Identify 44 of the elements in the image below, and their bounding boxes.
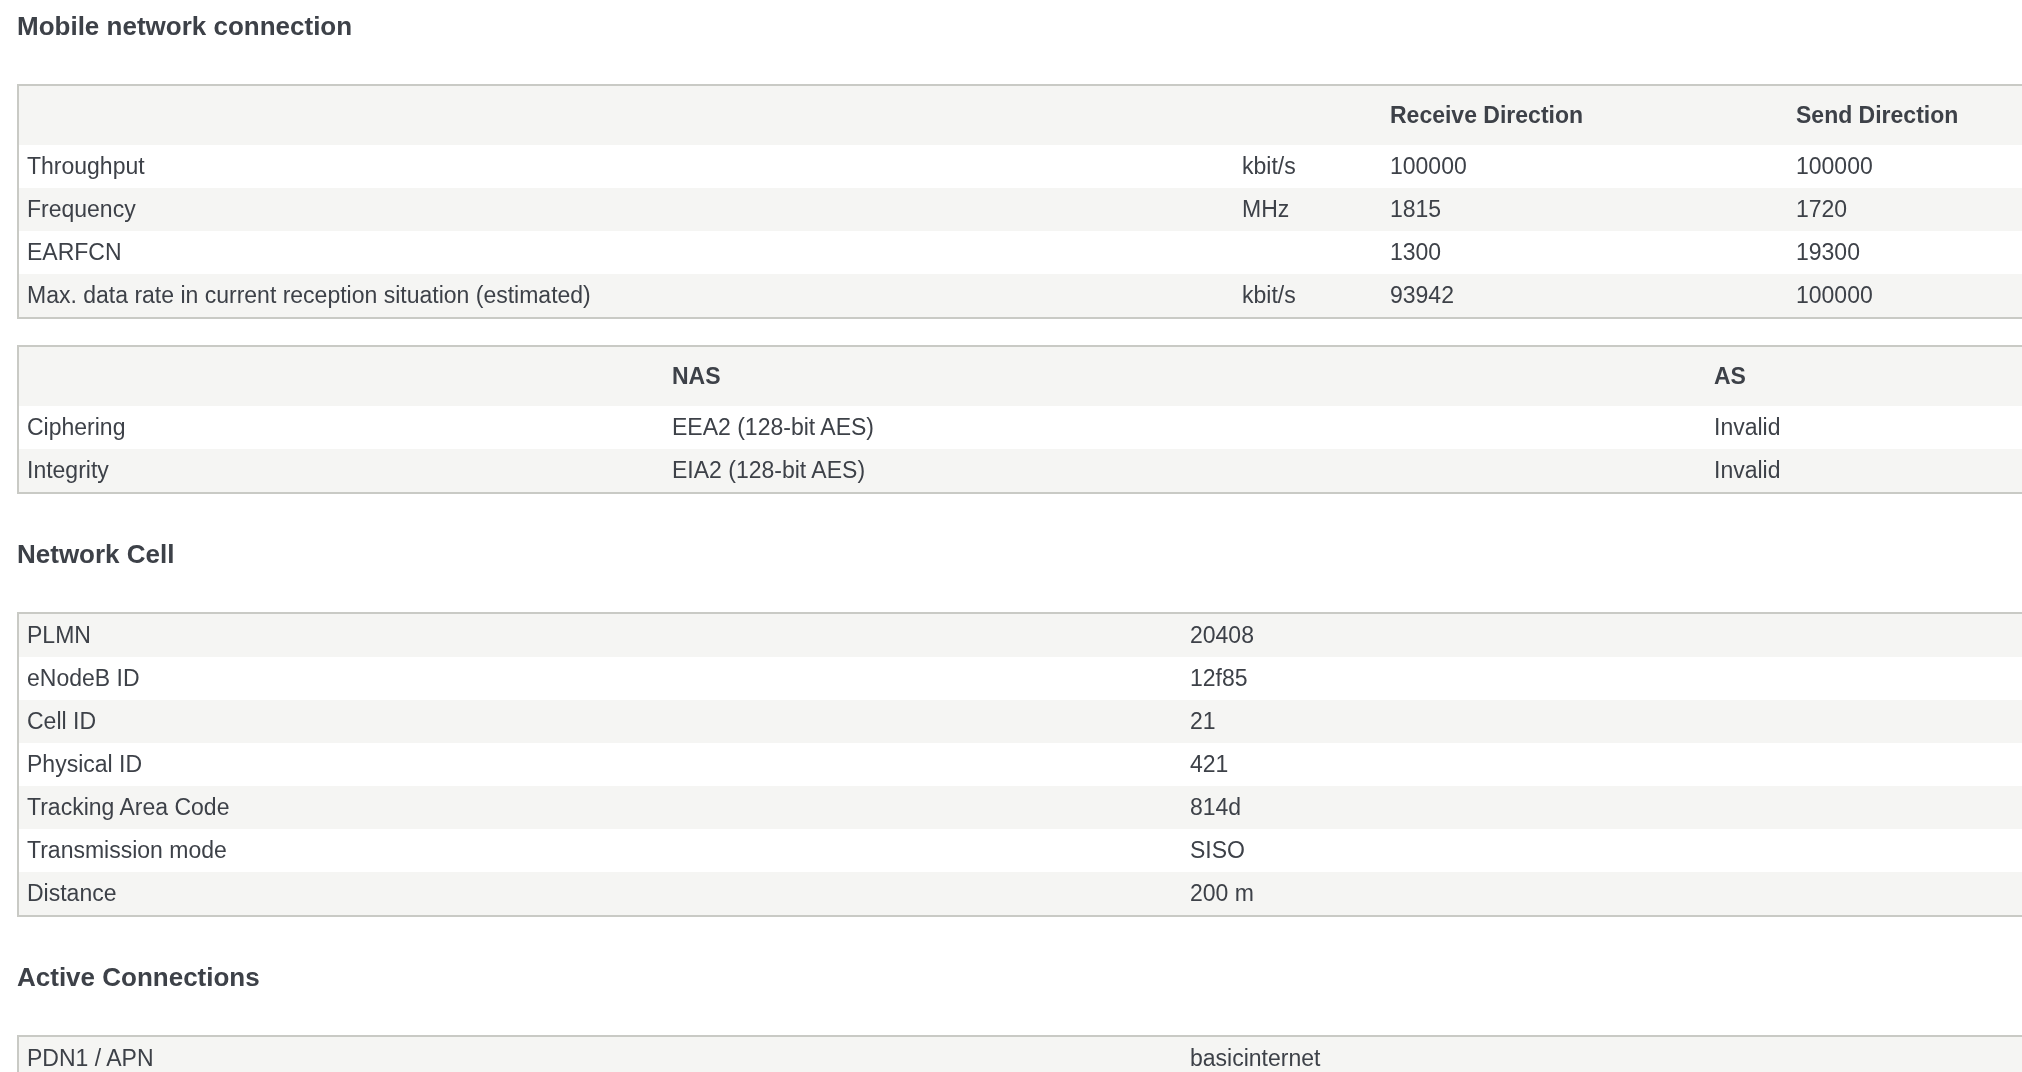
column-header: AS xyxy=(1706,346,2022,406)
table-cell: 100000 xyxy=(1788,274,2022,318)
table-cell: 100000 xyxy=(1382,145,1788,188)
row-label: eNodeB ID xyxy=(18,657,1182,700)
row-label: Ciphering xyxy=(18,406,664,449)
table-cell: 100000 xyxy=(1788,145,2022,188)
row-label: Integrity xyxy=(18,449,664,493)
column-header: NAS xyxy=(664,346,1706,406)
table-cell: 93942 xyxy=(1382,274,1788,318)
table-cell: EIA2 (128-bit AES) xyxy=(664,449,1706,493)
table-cell: 421 xyxy=(1182,743,2022,786)
section-heading: Active Connections xyxy=(17,961,261,993)
row-label: Tracking Area Code xyxy=(18,786,1182,829)
unit-label: kbit/s xyxy=(1234,145,1382,188)
row-label: Frequency xyxy=(18,188,1234,231)
row-label: Distance xyxy=(18,872,1182,916)
row-label: EARFCN xyxy=(18,231,1234,274)
unit-label: kbit/s xyxy=(1234,274,1382,318)
row-label: Throughput xyxy=(18,145,1234,188)
table-cell: 1815 xyxy=(1382,188,1788,231)
table-cell: 21 xyxy=(1182,700,2022,743)
row-label: Physical ID xyxy=(18,743,1182,786)
column-header: Send Direction xyxy=(1788,85,2022,145)
row-label: Transmission mode xyxy=(18,829,1182,872)
table-cell: Invalid xyxy=(1706,406,2022,449)
row-label: Cell ID xyxy=(18,700,1182,743)
section-heading: Network Cell xyxy=(17,538,176,570)
table-cell: EEA2 (128-bit AES) xyxy=(664,406,1706,449)
table-cell: basicinternet xyxy=(1182,1036,2022,1072)
row-label: PDN1 / APN xyxy=(18,1036,1182,1072)
table-cell: 12f85 xyxy=(1182,657,2022,700)
table-cell: 1300 xyxy=(1382,231,1788,274)
table-cell: 200 m xyxy=(1182,872,2022,916)
table-cell: 814d xyxy=(1182,786,2022,829)
table-cell: 20408 xyxy=(1182,613,2022,657)
table-cell: SISO xyxy=(1182,829,2022,872)
row-label: Max. data rate in current reception situation (estimated) xyxy=(18,274,1234,318)
unit-label: MHz xyxy=(1234,188,1382,231)
table-cell: 1720 xyxy=(1788,188,2022,231)
table-cell: Invalid xyxy=(1706,449,2022,493)
column-header: Receive Direction xyxy=(1382,85,1788,145)
table-cell: 19300 xyxy=(1788,231,2022,274)
row-label: PLMN xyxy=(18,613,1182,657)
section-heading: Mobile network connection xyxy=(17,10,354,42)
